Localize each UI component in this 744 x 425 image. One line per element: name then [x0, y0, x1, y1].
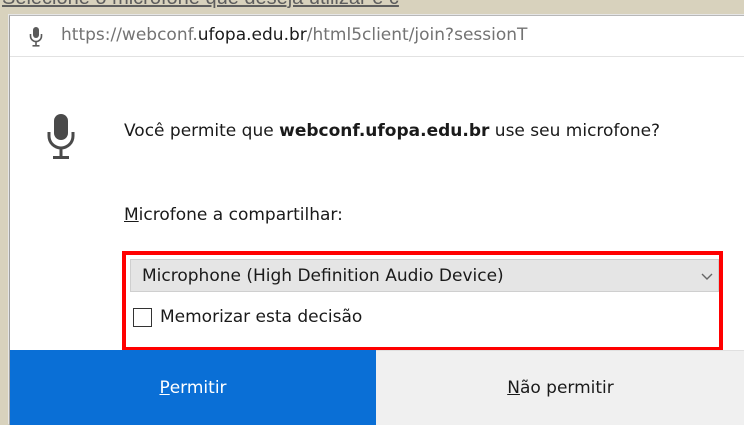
deny-button[interactable]: Não permitir — [376, 350, 744, 425]
remember-decision-label[interactable]: Memorizar esta decisão — [160, 307, 362, 327]
microphone-share-label: Microfone a compartilhar: — [124, 205, 343, 225]
microphone-select[interactable]: Microphone (High Definition Audio Device… — [130, 259, 719, 292]
microphone-select-value: Microphone (High Definition Audio Device… — [142, 266, 504, 286]
allow-button[interactable]: Permitir — [10, 350, 376, 425]
prompt-before: Você permite que — [124, 121, 280, 141]
share-label-accel: M — [124, 205, 139, 225]
url-path: /html5client/join?sessionT — [306, 25, 528, 45]
deny-button-rest: ão permitir — [519, 378, 614, 398]
microphone-icon — [47, 114, 75, 159]
prompt-site: webconf.ufopa.edu.br — [279, 121, 490, 141]
chevron-down-icon[interactable] — [700, 269, 714, 283]
prompt-after: use seu microfone? — [489, 121, 661, 141]
permission-prompt: Você permite que webconf.ufopa.edu.br us… — [124, 117, 704, 145]
share-label-rest: icrofone a compartilhar: — [138, 205, 343, 225]
remember-decision-checkbox[interactable] — [133, 308, 152, 327]
allow-button-rest: ermitir — [169, 377, 227, 398]
url-host: ufopa.edu.br — [197, 25, 307, 45]
address-bar[interactable]: https://webconf.ufopa.edu.br/html5client… — [10, 16, 744, 57]
url-text[interactable]: https://webconf.ufopa.edu.br/html5client… — [61, 25, 527, 45]
allow-button-accel: P — [159, 377, 170, 398]
deny-button-accel: N — [507, 378, 520, 398]
url-prefix: https://webconf. — [61, 25, 198, 45]
microphone-icon[interactable] — [29, 26, 43, 48]
permission-panel: https://webconf.ufopa.edu.br/html5client… — [9, 15, 744, 425]
tutorial-caption: Selecione o microfone que deseja utiliza… — [2, 0, 744, 11]
